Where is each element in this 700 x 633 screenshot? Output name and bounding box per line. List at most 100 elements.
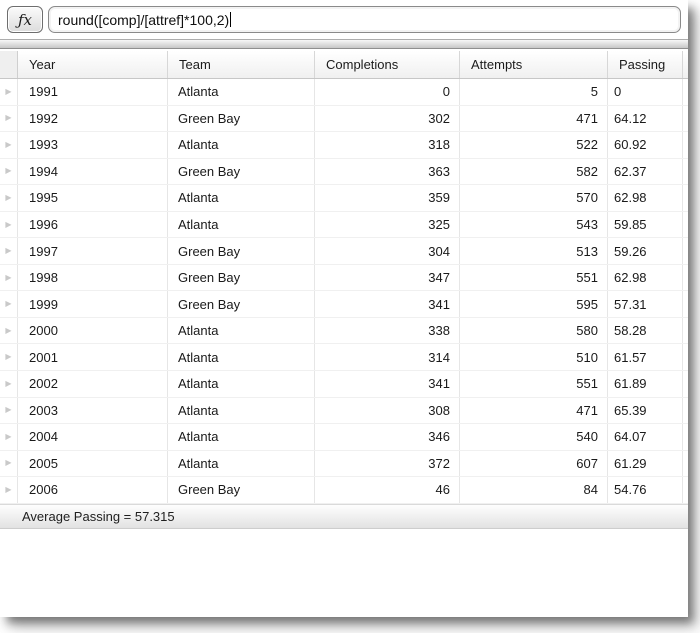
formula-input[interactable]: round([comp]/[attref]*100,2) [48, 6, 681, 33]
cell-attempts[interactable]: 471 [460, 398, 608, 424]
table-row[interactable]: ▶ 1994 Green Bay 363 582 62.37 [0, 159, 688, 186]
cell-attempts[interactable]: 471 [460, 106, 608, 132]
cell-year[interactable]: 2005 [18, 451, 168, 477]
table-row[interactable]: ▶ 2000 Atlanta 338 580 58.28 [0, 318, 688, 345]
cell-year[interactable]: 1996 [18, 212, 168, 238]
header-cell-year[interactable]: Year [18, 51, 168, 78]
header-cell-passing[interactable]: Passing [608, 51, 683, 78]
cell-team[interactable]: Green Bay [168, 291, 315, 317]
table-row[interactable]: ▶ 2004 Atlanta 346 540 64.07 [0, 424, 688, 451]
cell-attempts[interactable]: 580 [460, 318, 608, 344]
select-all-corner[interactable] [0, 51, 18, 78]
cell-year[interactable]: 2003 [18, 398, 168, 424]
cell-completions[interactable]: 363 [315, 159, 460, 185]
cell-completions[interactable]: 318 [315, 132, 460, 158]
cell-passing[interactable]: 61.89 [608, 371, 683, 397]
row-selector[interactable]: ▶ [0, 159, 18, 185]
table-row[interactable]: ▶ 2005 Atlanta 372 607 61.29 [0, 451, 688, 478]
cell-completions[interactable]: 372 [315, 451, 460, 477]
cell-team[interactable]: Atlanta [168, 79, 315, 105]
cell-attempts[interactable]: 570 [460, 185, 608, 211]
cell-year[interactable]: 1995 [18, 185, 168, 211]
header-cell-completions[interactable]: Completions [315, 51, 460, 78]
table-row[interactable]: ▶ 1995 Atlanta 359 570 62.98 [0, 185, 688, 212]
row-selector[interactable]: ▶ [0, 132, 18, 158]
header-cell-team[interactable]: Team [168, 51, 315, 78]
cell-passing[interactable]: 59.85 [608, 212, 683, 238]
table-row[interactable]: ▶ 1998 Green Bay 347 551 62.98 [0, 265, 688, 292]
cell-team[interactable]: Atlanta [168, 424, 315, 450]
cell-attempts[interactable]: 551 [460, 265, 608, 291]
table-row[interactable]: ▶ 1997 Green Bay 304 513 59.26 [0, 238, 688, 265]
cell-completions[interactable]: 359 [315, 185, 460, 211]
cell-team[interactable]: Green Bay [168, 265, 315, 291]
cell-passing[interactable]: 59.26 [608, 238, 683, 264]
cell-passing[interactable]: 62.98 [608, 265, 683, 291]
table-row[interactable]: ▶ 2001 Atlanta 314 510 61.57 [0, 344, 688, 371]
cell-passing[interactable]: 54.76 [608, 477, 683, 503]
cell-year[interactable]: 2006 [18, 477, 168, 503]
cell-attempts[interactable]: 607 [460, 451, 608, 477]
cell-team[interactable]: Atlanta [168, 398, 315, 424]
cell-passing[interactable]: 61.57 [608, 344, 683, 370]
cell-passing[interactable]: 62.37 [608, 159, 683, 185]
cell-completions[interactable]: 304 [315, 238, 460, 264]
fx-button[interactable]: ƒx [7, 6, 43, 33]
cell-team[interactable]: Atlanta [168, 344, 315, 370]
row-selector[interactable]: ▶ [0, 238, 18, 264]
row-selector[interactable]: ▶ [0, 318, 18, 344]
cell-completions[interactable]: 302 [315, 106, 460, 132]
cell-year[interactable]: 2000 [18, 318, 168, 344]
cell-team[interactable]: Green Bay [168, 159, 315, 185]
cell-team[interactable]: Green Bay [168, 477, 315, 503]
cell-passing[interactable]: 60.92 [608, 132, 683, 158]
cell-team[interactable]: Green Bay [168, 106, 315, 132]
cell-year[interactable]: 1999 [18, 291, 168, 317]
cell-year[interactable]: 1991 [18, 79, 168, 105]
cell-attempts[interactable]: 540 [460, 424, 608, 450]
cell-passing[interactable]: 65.39 [608, 398, 683, 424]
cell-passing[interactable]: 64.07 [608, 424, 683, 450]
cell-team[interactable]: Atlanta [168, 318, 315, 344]
cell-team[interactable]: Atlanta [168, 132, 315, 158]
cell-passing[interactable]: 61.29 [608, 451, 683, 477]
header-cell-attempts[interactable]: Attempts [460, 51, 608, 78]
cell-completions[interactable]: 308 [315, 398, 460, 424]
cell-passing[interactable]: 57.31 [608, 291, 683, 317]
table-row[interactable]: ▶ 1999 Green Bay 341 595 57.31 [0, 291, 688, 318]
cell-passing[interactable]: 62.98 [608, 185, 683, 211]
row-selector[interactable]: ▶ [0, 291, 18, 317]
cell-completions[interactable]: 341 [315, 371, 460, 397]
cell-attempts[interactable]: 582 [460, 159, 608, 185]
row-selector[interactable]: ▶ [0, 79, 18, 105]
row-selector[interactable]: ▶ [0, 398, 18, 424]
table-row[interactable]: ▶ 1996 Atlanta 325 543 59.85 [0, 212, 688, 239]
cell-completions[interactable]: 338 [315, 318, 460, 344]
cell-team[interactable]: Green Bay [168, 238, 315, 264]
cell-year[interactable]: 2002 [18, 371, 168, 397]
cell-completions[interactable]: 46 [315, 477, 460, 503]
row-selector[interactable]: ▶ [0, 185, 18, 211]
table-row[interactable]: ▶ 2003 Atlanta 308 471 65.39 [0, 398, 688, 425]
cell-completions[interactable]: 0 [315, 79, 460, 105]
row-selector[interactable]: ▶ [0, 265, 18, 291]
cell-attempts[interactable]: 595 [460, 291, 608, 317]
row-selector[interactable]: ▶ [0, 106, 18, 132]
cell-attempts[interactable]: 513 [460, 238, 608, 264]
row-selector[interactable]: ▶ [0, 424, 18, 450]
cell-attempts[interactable]: 522 [460, 132, 608, 158]
cell-passing[interactable]: 64.12 [608, 106, 683, 132]
row-selector[interactable]: ▶ [0, 212, 18, 238]
table-row[interactable]: ▶ 1992 Green Bay 302 471 64.12 [0, 106, 688, 133]
cell-year[interactable]: 1994 [18, 159, 168, 185]
cell-completions[interactable]: 347 [315, 265, 460, 291]
cell-completions[interactable]: 341 [315, 291, 460, 317]
table-row[interactable]: ▶ 1993 Atlanta 318 522 60.92 [0, 132, 688, 159]
table-row[interactable]: ▶ 1991 Atlanta 0 5 0 [0, 79, 688, 106]
cell-completions[interactable]: 325 [315, 212, 460, 238]
cell-attempts[interactable]: 510 [460, 344, 608, 370]
row-selector[interactable]: ▶ [0, 451, 18, 477]
cell-passing[interactable]: 58.28 [608, 318, 683, 344]
cell-team[interactable]: Atlanta [168, 185, 315, 211]
cell-attempts[interactable]: 5 [460, 79, 608, 105]
